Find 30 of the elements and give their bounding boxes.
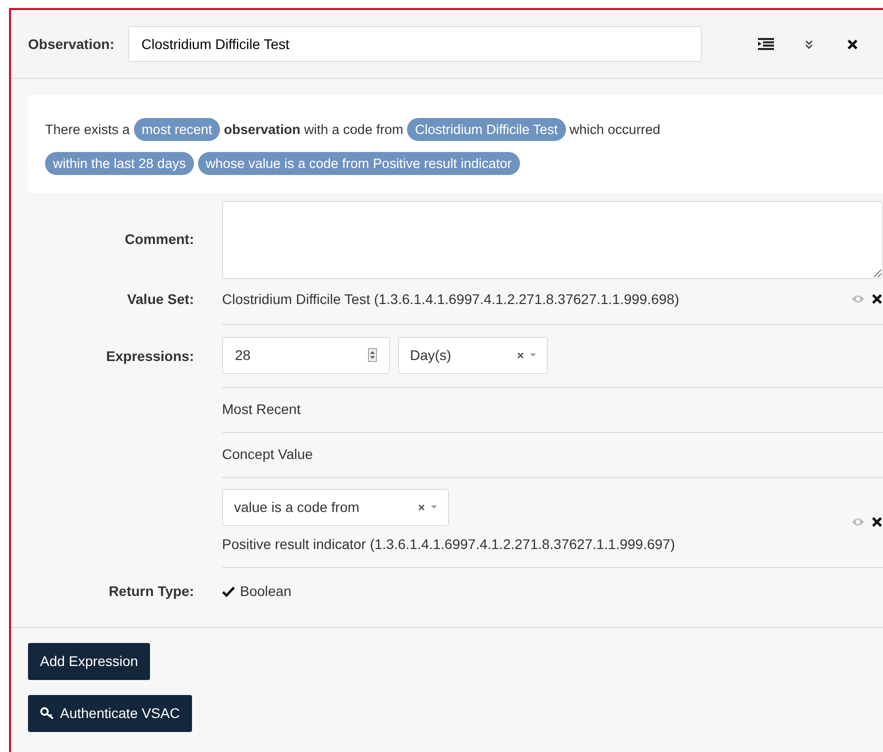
summary-sentence: There exists a most recent observation with a code from Clostridium Difficile Test which occurred within the last 28 days whose value is a code from Positive result indicator (45, 113, 745, 180)
collapse-icon[interactable] (805, 40, 813, 48)
expression-text: Concept Value (222, 446, 313, 462)
comment-field[interactable] (222, 200, 883, 278)
caret-icon[interactable] (529, 352, 537, 358)
add-expression-button[interactable]: Add Expression (28, 642, 150, 680)
close-icon[interactable] (846, 38, 858, 50)
remove-icon[interactable] (871, 293, 883, 305)
caret-icon[interactable] (430, 504, 438, 510)
indent-icon[interactable] (758, 38, 774, 50)
spinner-icon[interactable] (368, 348, 377, 362)
field-label: Observation: (28, 34, 114, 54)
return-type-text: Boolean (240, 582, 292, 600)
expression-text: Most Recent (222, 400, 301, 416)
authenticate-button[interactable]: Authenticate VSAC (28, 694, 192, 732)
value-set-text: Clostridium Difficile Test (1.3.6.1.4.1.6997.4.1.2.271.8.37627.1.1.999.698) (222, 290, 680, 309)
value-set-text: Positive result indicator (1.3.6.1.4.1.6997.4.1.2.271.8.37627.1.1.999.697) (222, 534, 676, 554)
check-icon (222, 586, 235, 596)
number-field[interactable]: 28 (222, 336, 390, 374)
clear-icon[interactable] (418, 504, 425, 510)
field-label: Comment: (124, 230, 194, 249)
clear-icon[interactable] (517, 352, 524, 358)
unit-select[interactable]: Day(s) (398, 336, 548, 374)
remove-icon[interactable] (871, 516, 883, 528)
observation-field[interactable]: Clostridium Difficile Test (128, 26, 702, 62)
field-label: Expressions: (105, 346, 194, 366)
field-label: Return Type: (108, 582, 194, 601)
field-label: Value Set: (126, 290, 194, 308)
operator-select[interactable]: value is a code from (222, 488, 449, 526)
key-icon (40, 707, 54, 719)
